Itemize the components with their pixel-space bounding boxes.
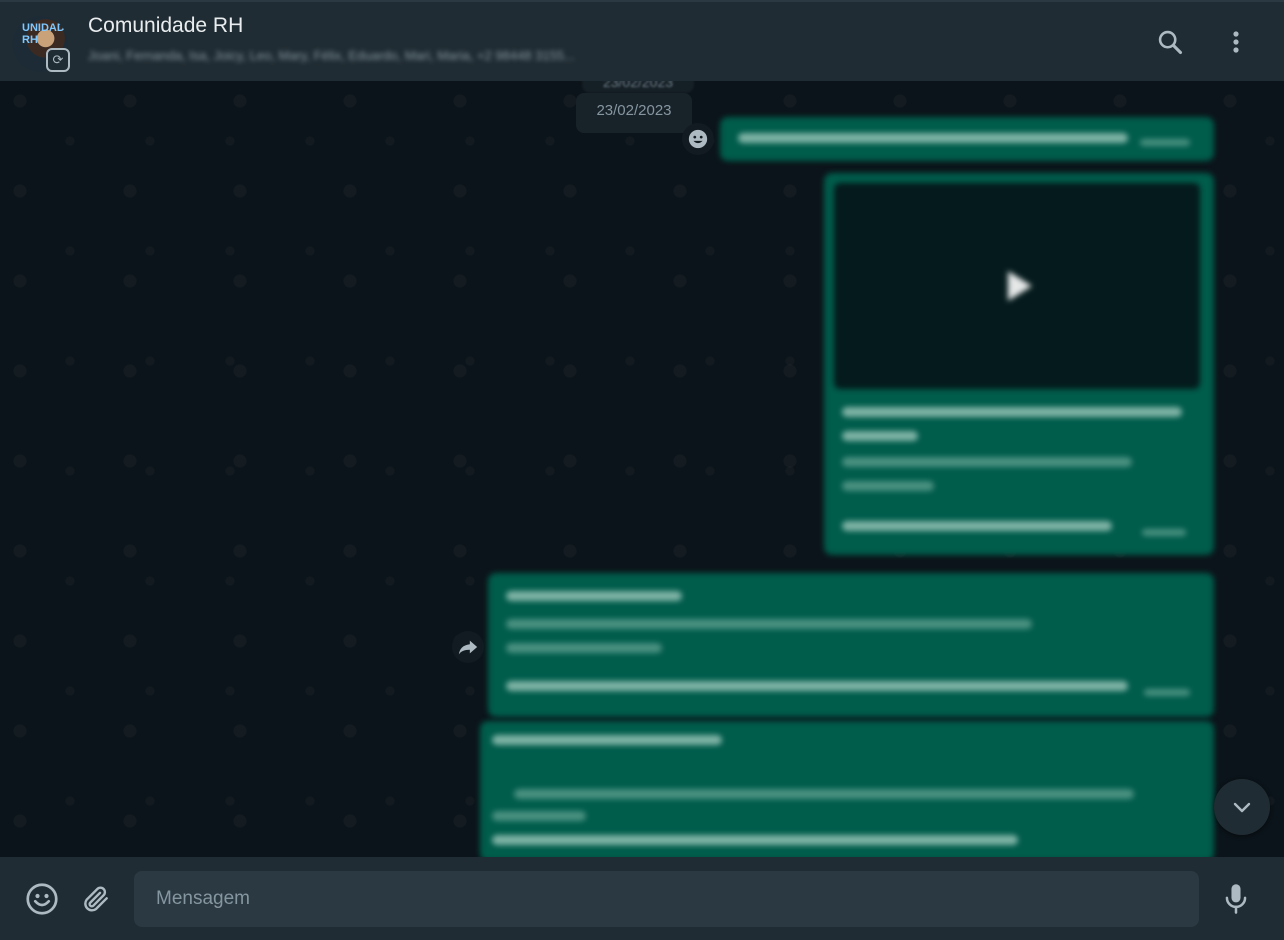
search-button[interactable] [1152,24,1188,60]
forward-icon [458,640,478,655]
menu-icon [1233,31,1239,53]
attach-button[interactable] [76,879,116,919]
avatar-text: UNIDADE RH [22,22,68,46]
video-thumbnail[interactable] [834,183,1200,389]
emoji-icon [688,129,708,149]
message-bubble[interactable] [488,573,1214,717]
chevron-down-icon [1233,802,1251,813]
chat-title[interactable]: Comunidade RH [88,14,243,38]
message-input[interactable] [134,871,1199,927]
play-icon [1008,271,1032,301]
search-icon [1158,30,1183,55]
message-bubble[interactable] [720,117,1214,161]
chat-participants[interactable]: Joani, Fernanda, Isa, Joicy, Leo, Mary, … [88,48,575,63]
emoji-button[interactable] [22,879,62,919]
community-icon: ⟳ [46,48,70,72]
voice-message-button[interactable] [1216,879,1256,919]
forward-button[interactable] [452,631,484,663]
emoji-icon [26,883,58,915]
scroll-to-bottom-button[interactable] [1214,779,1270,835]
reaction-button[interactable] [682,123,714,155]
message-list[interactable]: 23/02/2023 23/02/2023 [0,81,1284,857]
date-separator: 23/02/2023 [582,81,694,93]
mic-icon [1225,884,1247,914]
message-bubble-media[interactable] [824,173,1214,555]
menu-button[interactable] [1218,24,1254,60]
whatsapp-chat-window: UNIDADE RH ⟳ Comunidade RH Joani, Fernan… [0,0,1284,940]
attach-icon [84,886,108,912]
composer-bar [0,857,1284,940]
date-separator: 23/02/2023 [576,93,692,133]
message-bubble[interactable] [480,721,1214,857]
chat-header[interactable]: UNIDADE RH ⟳ Comunidade RH Joani, Fernan… [0,0,1284,81]
